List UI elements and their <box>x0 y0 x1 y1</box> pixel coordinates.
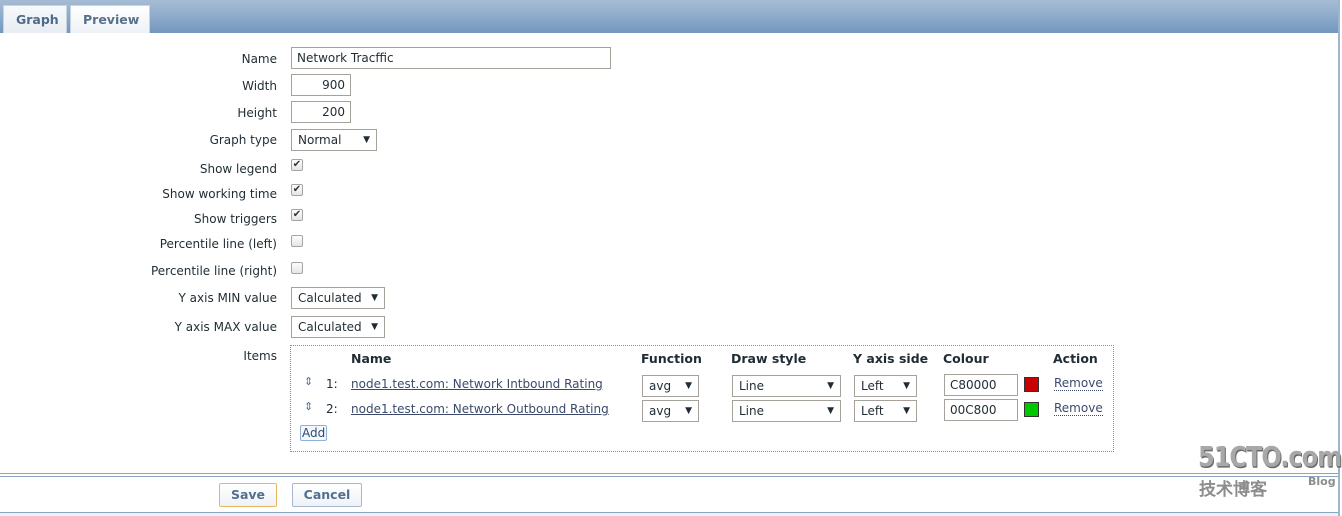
cancel-button[interactable]: Cancel <box>292 483 362 507</box>
y-min-select[interactable]: Calculated ▼ <box>291 287 385 309</box>
remove-link[interactable]: Remove <box>1054 377 1103 391</box>
header-name: Name <box>351 351 392 366</box>
check-icon: ✔ <box>292 184 302 195</box>
colour-swatch[interactable] <box>1024 377 1039 392</box>
draw-style-select[interactable]: Line ▼ <box>732 375 841 397</box>
y-axis-side-value: Left <box>861 379 884 393</box>
graph-type-label: Graph type <box>209 133 277 147</box>
header-colour: Colour <box>943 351 989 366</box>
colour-input[interactable] <box>944 399 1018 421</box>
function-select[interactable]: avg ▼ <box>642 400 699 422</box>
show-legend-checkbox[interactable]: ✔ <box>291 159 303 171</box>
header-function: Function <box>641 351 702 366</box>
show-legend-label: Show legend <box>199 162 277 176</box>
drag-handle-icon[interactable]: ⇕ <box>304 400 313 413</box>
colour-swatch[interactable] <box>1024 402 1039 417</box>
width-label: Width <box>242 79 277 93</box>
function-value: avg <box>649 404 672 418</box>
tab-preview[interactable]: Preview <box>70 5 150 33</box>
items-label: Items <box>243 349 277 363</box>
percentile-right-checkbox[interactable] <box>291 262 303 274</box>
drag-handle-icon[interactable]: ⇕ <box>304 375 313 388</box>
y-max-label: Y axis MAX value <box>174 320 277 334</box>
tab-graph[interactable]: Graph <box>3 5 67 33</box>
show-triggers-checkbox[interactable]: ✔ <box>291 209 303 221</box>
header-y-axis-side: Y axis side <box>853 351 929 366</box>
function-value: avg <box>649 379 672 393</box>
header-action: Action <box>1053 351 1098 366</box>
item-name-link[interactable]: node1.test.com: Network Outbound Rating <box>351 402 609 416</box>
show-working-time-checkbox[interactable]: ✔ <box>291 184 303 196</box>
footer-divider <box>0 473 1338 474</box>
chevron-down-icon: ▼ <box>371 322 378 332</box>
colour-input[interactable] <box>944 374 1018 396</box>
row-number: 2: <box>326 402 338 416</box>
y-axis-side-value: Left <box>861 404 884 418</box>
draw-style-value: Line <box>739 379 765 393</box>
check-icon: ✔ <box>292 159 302 170</box>
header-draw-style: Draw style <box>731 351 807 366</box>
chevron-down-icon: ▼ <box>371 293 378 303</box>
add-item-button[interactable]: Add <box>300 425 328 441</box>
y-max-select[interactable]: Calculated ▼ <box>291 316 385 338</box>
chevron-down-icon: ▼ <box>685 381 692 391</box>
function-select[interactable]: avg ▼ <box>642 375 699 397</box>
chevron-down-icon: ▼ <box>827 381 834 391</box>
item-name-link[interactable]: node1.test.com: Network Intbound Rating <box>351 377 603 391</box>
draw-style-select[interactable]: Line ▼ <box>732 400 841 422</box>
watermark-logo-text: 51CTO.com <box>1198 440 1342 474</box>
y-min-value: Calculated <box>298 291 362 305</box>
height-label: Height <box>237 106 277 120</box>
percentile-left-checkbox[interactable] <box>291 235 303 247</box>
y-min-label: Y axis MIN value <box>178 291 277 305</box>
y-axis-side-select[interactable]: Left ▼ <box>854 375 917 397</box>
footer-divider <box>0 476 1338 477</box>
chevron-down-icon: ▼ <box>685 406 692 416</box>
percentile-right-label: Percentile line (right) <box>150 264 277 278</box>
width-input[interactable] <box>291 74 351 96</box>
remove-link[interactable]: Remove <box>1054 402 1103 416</box>
row-number: 1: <box>326 377 338 391</box>
panel-right-border <box>1338 0 1340 516</box>
check-icon: ✔ <box>292 209 302 220</box>
draw-style-value: Line <box>739 404 765 418</box>
name-input[interactable] <box>291 47 611 69</box>
tab-bar: Graph Preview <box>0 0 1338 33</box>
name-label: Name <box>241 52 277 66</box>
graph-type-select[interactable]: Normal ▼ <box>291 129 377 151</box>
items-table: Name Function Draw style Y axis side Col… <box>290 345 1114 452</box>
chevron-down-icon: ▼ <box>903 381 910 391</box>
percentile-left-label: Percentile line (left) <box>159 237 277 251</box>
show-triggers-label: Show triggers <box>194 212 277 226</box>
chevron-down-icon: ▼ <box>827 406 834 416</box>
show-working-time-label: Show working time <box>162 187 277 201</box>
chevron-down-icon: ▼ <box>363 135 370 145</box>
chevron-down-icon: ▼ <box>903 406 910 416</box>
y-max-value: Calculated <box>298 320 362 334</box>
watermark-subtitle: 技术博客 <box>1199 480 1267 500</box>
graph-type-value: Normal <box>298 133 342 147</box>
y-axis-side-select[interactable]: Left ▼ <box>854 400 917 422</box>
save-button[interactable]: Save <box>219 483 277 507</box>
height-input[interactable] <box>291 101 351 123</box>
